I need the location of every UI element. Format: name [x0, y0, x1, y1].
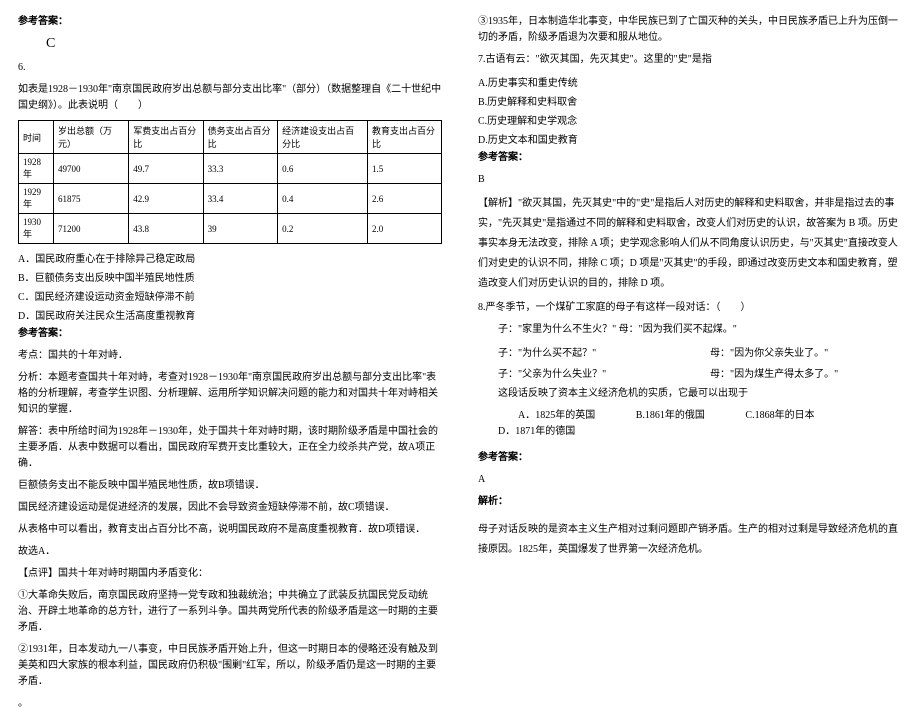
r1c5: 0.6 — [278, 154, 368, 184]
q6-opt-d: D．国民政府关注民众生活高度重视教育 — [18, 307, 442, 322]
r1c6: 1.5 — [368, 154, 442, 184]
q8-jx: 母子对话反映的是资本主义生产相对过剩问题即产销矛盾。生产的相对过剩是导致经济危机… — [478, 520, 902, 560]
r1c1: 1928年 — [19, 154, 54, 184]
q8-opt-b: B.1861年的俄国 — [616, 408, 705, 424]
q8-d2-z: 子："为什么买不起？" — [478, 344, 690, 359]
q7-stem: 7.古语有云："欲灭其国，先灭其史"。这里的"史"是指 — [478, 52, 902, 68]
r3c2: 71200 — [53, 214, 128, 244]
r2c1: 1929年 — [19, 184, 54, 214]
q6-dp2: ②1931年，日本发动九一八事变，中日民族矛盾开始上升，但这一时期日本的侵略还没… — [18, 642, 442, 690]
q7-answer-label: 参考答案： — [478, 150, 902, 166]
q6-dp1: ①大革命失败后，南京国民政府坚持一党专政和独裁统治；中共确立了武装反抗国民党反动… — [18, 588, 442, 636]
th-mil: 军费支出占百分比 — [129, 121, 203, 154]
q7-opt-c: C.历史理解和史学观念 — [478, 112, 902, 127]
q6-table: 时间 岁出总额（万元） 军费支出占百分比 债务支出占百分比 经济建设支出占百分比… — [18, 120, 442, 244]
q6-jieda4: 从表格中可以看出，教育支出占百分比不高，说明国民政府不是高度重视教育．故D项错误… — [18, 522, 442, 538]
th-debt: 债务支出占百分比 — [203, 121, 277, 154]
q6-jieda3: 国民经济建设运动是促进经济的发展，因此不会导致资金短缺停滞不前，故C项错误． — [18, 500, 442, 516]
q7-opt-a: A.历史事实和重史传统 — [478, 74, 902, 89]
r1c2: 49700 — [53, 154, 128, 184]
th-total: 岁出总额（万元） — [53, 121, 128, 154]
answer-value-c: C — [46, 36, 442, 52]
q7-opt-b: B.历史解释和史料取舍 — [478, 93, 902, 108]
q8-answer: A — [478, 472, 902, 488]
r2c3: 42.9 — [129, 184, 203, 214]
q8-stem: 8.严冬季节，一个煤矿工家庭的母子有这样一段对话：（ ） — [478, 300, 902, 316]
q6-dot: 。 — [18, 696, 442, 712]
q8-d2-m: 母："因为你父亲失业了。" — [690, 344, 902, 359]
q8-note: 这段话反映了资本主义经济危机的实质，它最可以出现于 — [478, 386, 902, 402]
r3c6: 2.0 — [368, 214, 442, 244]
right-para-1: ③1935年，日本制造华北事变，中华民族已到了亡国灭种的关头，中日民族矛盾已上升… — [478, 14, 902, 46]
q6-opt-c: C．国民经济建设运动资金短缺停滞不前 — [18, 288, 442, 303]
r1c3: 49.7 — [129, 154, 203, 184]
q8-d3-m: 母："因为煤生产得太多了。" — [690, 365, 902, 380]
answer-label: 参考答案： — [18, 14, 442, 30]
q6-dp-head: 【点评】国共十年对峙时期国内矛盾变化： — [18, 566, 442, 582]
q8-d3-z: 子："父亲为什么失业？" — [478, 365, 690, 380]
q7-explain: 【解析】"欲灭其国，先灭其史"中的"史"是指后人对历史的解释和史料取舍，并非是指… — [478, 194, 902, 294]
th-econ: 经济建设支出占百分比 — [278, 121, 368, 154]
q8-d1-z: 子："家里为什么不生火？" — [498, 324, 616, 335]
r2c2: 61875 — [53, 184, 128, 214]
q8-opt-d: D．1871年的德国 — [478, 424, 575, 440]
q6-opt-a: A．国民政府重心在于排除异己稳定政局 — [18, 250, 442, 265]
q8-answer-label: 参考答案： — [478, 450, 902, 466]
th-edu: 教育支出占百分比 — [368, 121, 442, 154]
q6-opt-b: B．巨额债务支出反映中国半殖民地性质 — [18, 269, 442, 284]
q6-number: 6. — [18, 60, 442, 76]
q6-jieda2: 巨额债务支出不能反映中国半殖民地性质，故B项错误． — [18, 478, 442, 494]
q6-jieda5: 故选A． — [18, 544, 442, 560]
q6-kaodian: 考点：国共的十年对峙． — [18, 348, 442, 364]
r3c1: 1930年 — [19, 214, 54, 244]
r3c3: 43.8 — [129, 214, 203, 244]
r3c4: 39 — [203, 214, 277, 244]
q8-jx-label: 解析： — [478, 494, 902, 510]
q6-stem: 如表是1928－1930年"南京国民政府岁出总额与部分支出比率"（部分）（数据整… — [18, 82, 442, 114]
q6-jieda1: 解答：表中所给时间为1928年－1930年，处于国共十年对峙时期，该时期阶级矛盾… — [18, 424, 442, 472]
r2c6: 2.6 — [368, 184, 442, 214]
th-time: 时间 — [19, 121, 54, 154]
q7-opt-d: D.历史文本和国史教育 — [478, 131, 902, 146]
q8-opt-a: A．1825年的英国 — [498, 408, 595, 424]
q8-d1-m: 母："因为我们买不起煤。" — [619, 324, 737, 335]
q6-fenxi: 分析：本题考查国共十年对峙，考查对1928－1930年"南京国民政府岁出总额与部… — [18, 370, 442, 418]
r1c4: 33.3 — [203, 154, 277, 184]
q8-options: A．1825年的英国 B.1861年的俄国 C.1868年的日本 D．1871年… — [478, 408, 902, 440]
q6-answer-label: 参考答案： — [18, 326, 442, 342]
r2c4: 33.4 — [203, 184, 277, 214]
q8-opt-c: C.1868年的日本 — [725, 408, 814, 424]
q7-answer: B — [478, 172, 902, 188]
r2c5: 0.4 — [278, 184, 368, 214]
r3c5: 0.2 — [278, 214, 368, 244]
